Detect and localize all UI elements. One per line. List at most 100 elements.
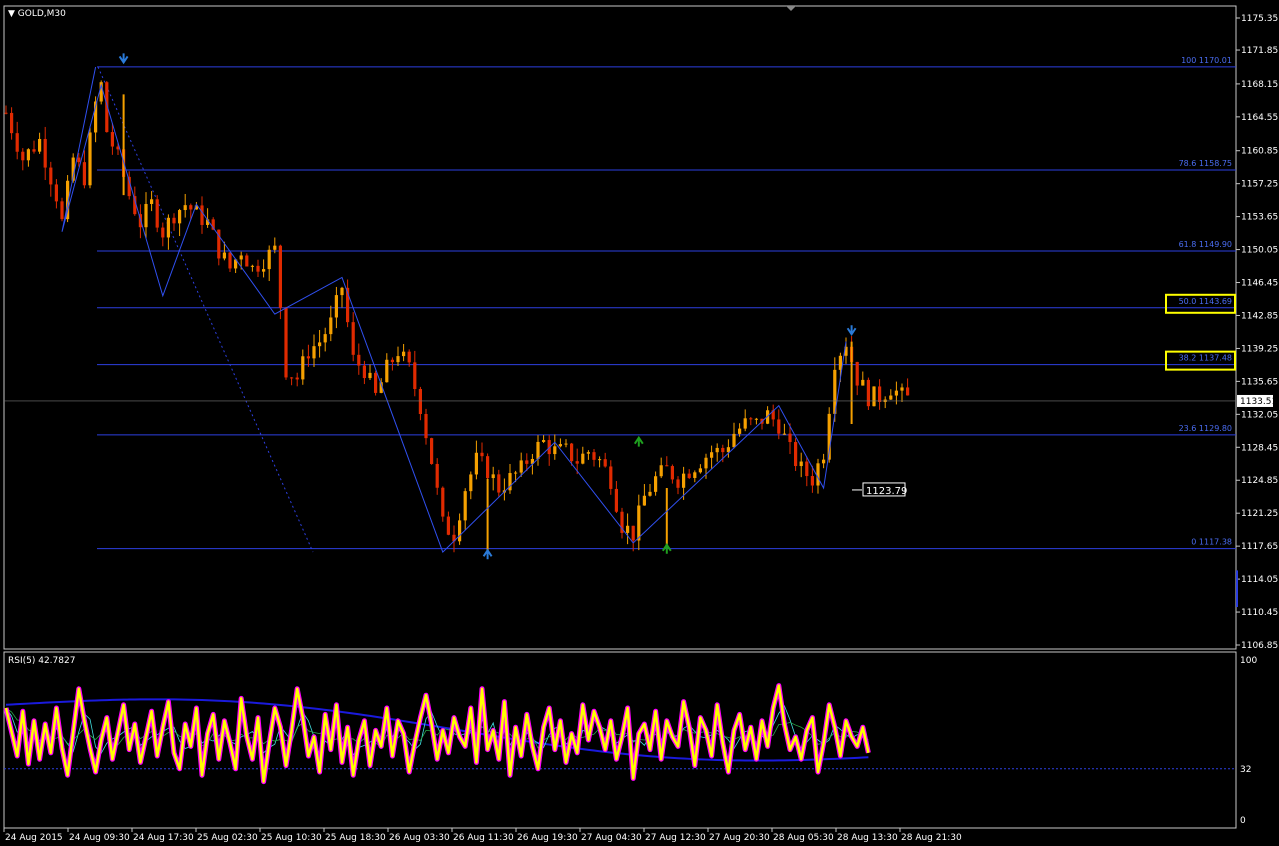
candle-body bbox=[351, 322, 355, 355]
time-tick-label: 28 Aug 13:30 bbox=[837, 833, 898, 843]
candle-body bbox=[732, 433, 736, 448]
candle-body bbox=[172, 217, 176, 224]
price-tick-label: 1135.65 bbox=[1241, 377, 1278, 387]
time-tick-label: 26 Aug 11:30 bbox=[453, 833, 514, 843]
price-tick-label: 1157.25 bbox=[1241, 180, 1278, 190]
candle-body bbox=[357, 354, 361, 366]
chart-canvas[interactable]: 100 1170.01 78.6 1158.75 61.8 1149.90 50.0 … bbox=[0, 0, 1279, 846]
price-tick-label: 1160.85 bbox=[1241, 147, 1278, 157]
candle-body bbox=[603, 459, 607, 467]
candle-body bbox=[553, 446, 557, 455]
candle-body bbox=[245, 255, 249, 267]
candle-body bbox=[642, 495, 646, 506]
price-tick-label: 1121.25 bbox=[1241, 509, 1278, 519]
candle-body bbox=[726, 447, 730, 453]
candle-body bbox=[407, 351, 411, 363]
candle-body bbox=[631, 525, 635, 541]
candle-body bbox=[10, 112, 14, 134]
candle-body bbox=[906, 387, 910, 396]
candles-layer bbox=[4, 80, 910, 553]
candle-body bbox=[682, 473, 686, 488]
time-tick-label: 27 Aug 12:30 bbox=[645, 833, 706, 843]
fib-label: 23.6 1129.80 bbox=[1179, 424, 1232, 433]
candle-body bbox=[301, 356, 305, 380]
time-axis: 24 Aug 2015 24 Aug 09:30 24 Aug 17:30 25 Au… bbox=[3, 828, 962, 843]
candle-body bbox=[614, 488, 618, 512]
candle-body bbox=[323, 334, 327, 343]
candle-body bbox=[43, 138, 47, 168]
fib-label: 61.8 1149.90 bbox=[1179, 240, 1232, 249]
rsi-tick-label: 100 bbox=[1240, 656, 1257, 666]
candle-body bbox=[542, 440, 546, 442]
zigzag-layer: 1123.79 bbox=[61, 53, 907, 560]
price-tick-label: 1142.85 bbox=[1241, 311, 1278, 321]
candle-body bbox=[525, 460, 529, 464]
candle-body bbox=[178, 210, 182, 224]
candle-body bbox=[799, 461, 803, 467]
candle-body bbox=[693, 472, 697, 478]
arrow-down-icon bbox=[118, 53, 129, 65]
candle-body bbox=[250, 265, 254, 267]
candle-body bbox=[514, 472, 518, 474]
candle-body bbox=[26, 149, 30, 161]
candle-body bbox=[788, 433, 792, 443]
candle-body bbox=[900, 387, 904, 391]
candle-body bbox=[670, 466, 674, 480]
candle-body bbox=[284, 307, 288, 378]
candle-body bbox=[872, 386, 876, 407]
price-tick-label: 1175.35 bbox=[1241, 14, 1278, 24]
candle-body bbox=[329, 317, 333, 335]
candle-body bbox=[82, 162, 86, 186]
candle-body bbox=[402, 351, 406, 357]
price-tick-label: 1153.65 bbox=[1241, 213, 1278, 223]
time-tick-label: 24 Aug 17:30 bbox=[133, 833, 194, 843]
candle-body bbox=[183, 205, 187, 211]
menu-glyph-icon[interactable]: ▼ bbox=[8, 9, 15, 19]
price-tick-label: 1150.05 bbox=[1241, 246, 1278, 256]
candle-body bbox=[458, 520, 462, 542]
time-tick-label: 28 Aug 21:30 bbox=[901, 833, 962, 843]
candle-body bbox=[676, 479, 680, 488]
candle-body bbox=[161, 227, 165, 238]
time-tick-label: 25 Aug 10:30 bbox=[261, 833, 322, 843]
main-plot-frame bbox=[3, 5, 1237, 650]
candle-body bbox=[49, 167, 53, 185]
candle-body bbox=[710, 452, 714, 458]
candle-body bbox=[704, 457, 708, 469]
arrow-up-icon bbox=[633, 435, 644, 447]
candle-body bbox=[435, 463, 439, 488]
candle-body bbox=[222, 252, 226, 259]
price-tick-label: 1117.65 bbox=[1241, 542, 1278, 552]
candle-body bbox=[334, 295, 338, 318]
candle-body bbox=[430, 438, 434, 464]
candle-body bbox=[794, 442, 798, 467]
candle-body bbox=[21, 151, 25, 161]
candle-body bbox=[698, 468, 702, 473]
price-tick-label: 1110.45 bbox=[1241, 608, 1278, 618]
symbol-title[interactable]: ▼ GOLD,M30 bbox=[8, 9, 66, 19]
candle-body bbox=[743, 418, 747, 429]
candle-body bbox=[721, 447, 725, 453]
scroll-shift-marker[interactable] bbox=[786, 6, 796, 11]
candle-body bbox=[665, 465, 669, 467]
candle-body bbox=[861, 379, 865, 386]
candle-body bbox=[463, 491, 467, 521]
price-tick-label: 1139.25 bbox=[1241, 344, 1278, 354]
candle-body bbox=[754, 418, 758, 420]
time-tick-label: 28 Aug 05:30 bbox=[773, 833, 834, 843]
candle-body bbox=[385, 359, 389, 383]
candle-body bbox=[413, 362, 417, 390]
candle-body bbox=[424, 413, 428, 439]
candle-body bbox=[368, 372, 372, 379]
candle-body bbox=[441, 487, 445, 517]
candle-body bbox=[278, 245, 282, 308]
candle-body bbox=[312, 346, 316, 359]
time-tick-label: 26 Aug 03:30 bbox=[389, 833, 450, 843]
candle-body bbox=[866, 379, 870, 407]
candle-body bbox=[396, 356, 400, 363]
candle-body bbox=[491, 474, 495, 479]
fib-label: 38.2 1137.48 bbox=[1179, 354, 1232, 363]
candle-body bbox=[32, 149, 36, 152]
candle-body bbox=[519, 460, 523, 473]
candle-body bbox=[273, 245, 277, 250]
